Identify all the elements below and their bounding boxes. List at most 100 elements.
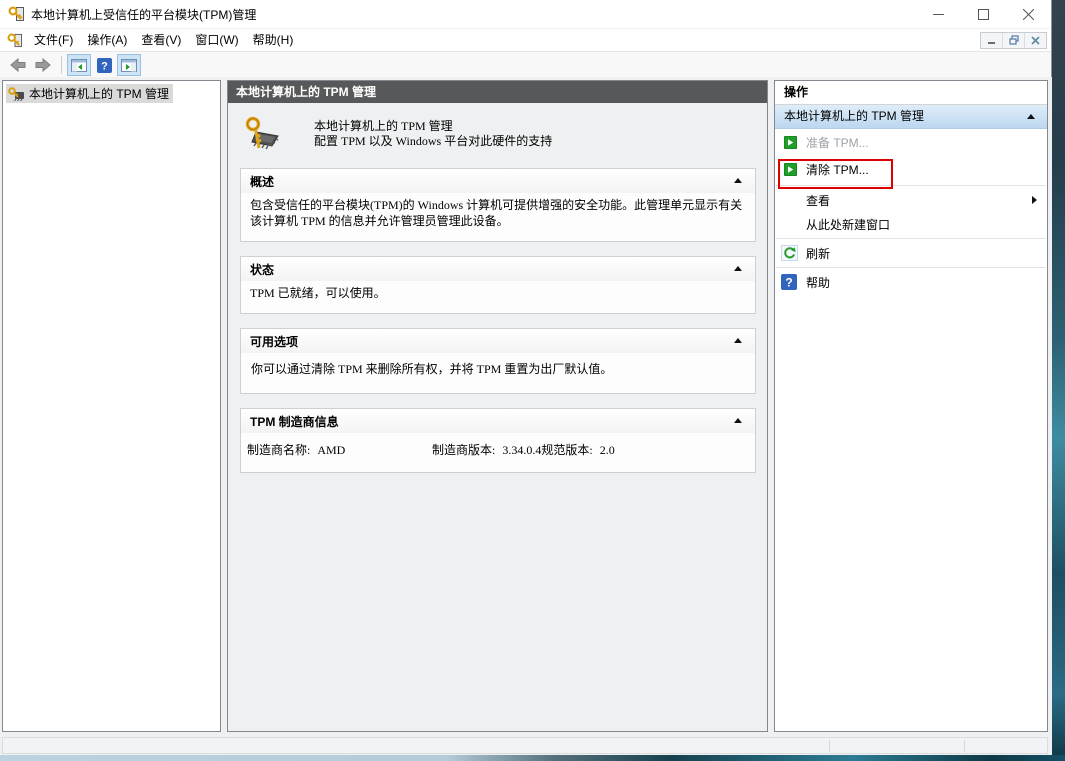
- action-refresh-label: 刷新: [806, 246, 831, 261]
- show-action-pane-button[interactable]: [117, 54, 141, 76]
- action-help[interactable]: ? 帮助: [775, 270, 1047, 294]
- collapse-icon: [734, 178, 742, 183]
- window-title: 本地计算机上受信任的平台模块(TPM)管理: [31, 7, 257, 22]
- forward-button[interactable]: [31, 54, 55, 76]
- tpm-sections: 概述 包含受信任的平台模块(TPM)的 Windows 计算机可提供增强的安全功…: [228, 158, 767, 473]
- section-overview-header[interactable]: 概述: [241, 169, 755, 193]
- results-header: 本地计算机上的 TPM 管理: [228, 81, 767, 103]
- tpm-chip-key-icon: [244, 116, 286, 156]
- submenu-arrow-icon: [1032, 196, 1037, 204]
- section-overview-body: 包含受信任的平台模块(TPM)的 Windows 计算机可提供增强的安全功能。此…: [250, 198, 743, 228]
- menu-item-window[interactable]: 窗口(W): [188, 29, 245, 51]
- tpm-console-window: 本地计算机上受信任的平台模块(TPM)管理 文件(F) 操作(A) 查看(V) …: [0, 0, 1052, 755]
- status-bar-divider: [829, 740, 830, 752]
- desktop-edge-right: [1052, 0, 1065, 755]
- tpm-intro-text: 本地计算机上的 TPM 管理 配置 TPM 以及 Windows 平台对此硬件的…: [314, 116, 552, 149]
- console-tree-panel: 本地计算机上的 TPM 管理: [2, 80, 221, 732]
- action-prepare-tpm-label: 准备 TPM...: [806, 136, 869, 150]
- spec-version-value: 2.0: [599, 443, 615, 457]
- collapse-icon: [734, 266, 742, 271]
- svg-text:?: ?: [101, 60, 108, 72]
- title-bar: 本地计算机上受信任的平台模块(TPM)管理: [0, 0, 1051, 28]
- help-toolbar-button[interactable]: ?: [92, 54, 116, 76]
- spec-version-field: 规范版本: 2.0: [541, 441, 755, 458]
- back-button[interactable]: [6, 54, 30, 76]
- actions-group-header[interactable]: 本地计算机上的 TPM 管理: [775, 105, 1047, 129]
- collapse-icon: [734, 338, 742, 343]
- action-refresh[interactable]: 刷新: [775, 241, 1047, 265]
- green-arrow-icon: [783, 162, 798, 177]
- actions-group-label: 本地计算机上的 TPM 管理: [784, 109, 924, 123]
- maximize-button[interactable]: [961, 0, 1006, 28]
- action-clear-tpm-label: 清除 TPM...: [806, 163, 869, 177]
- manufacturer-name-value: AMD: [317, 443, 346, 457]
- menu-item-action[interactable]: 操作(A): [80, 29, 134, 51]
- help-icon: ?: [781, 274, 798, 290]
- manufacturer-name-field: 制造商名称: AMD: [247, 441, 432, 458]
- refresh-icon: [781, 245, 798, 261]
- status-bar: [2, 737, 1048, 754]
- section-options-body: 你可以通过清除 TPM 来删除所有权，并将 TPM 重置为出厂默认值。: [251, 362, 613, 376]
- child-restore-button[interactable]: [1002, 32, 1024, 48]
- section-status-header[interactable]: 状态: [241, 257, 755, 281]
- section-manufacturer-header[interactable]: TPM 制造商信息: [241, 409, 755, 433]
- tpm-intro: 本地计算机上的 TPM 管理 配置 TPM 以及 Windows 平台对此硬件的…: [228, 103, 767, 158]
- section-manufacturer-title: TPM 制造商信息: [250, 415, 339, 429]
- actions-separator: [776, 185, 1046, 186]
- minimize-button[interactable]: [916, 0, 961, 28]
- child-window-controls: [980, 31, 1047, 49]
- section-options-title: 可用选项: [250, 335, 299, 349]
- section-overview-title: 概述: [250, 175, 275, 189]
- results-panel: 本地计算机上的 TPM 管理 本地计算机上的 TPM 管理 配置 TPM 以及 …: [227, 80, 768, 732]
- collapse-icon: [1027, 114, 1035, 119]
- actions-title: 操作: [775, 81, 1047, 105]
- status-bar-divider: [964, 740, 965, 752]
- child-close-button[interactable]: [1024, 32, 1046, 48]
- intro-title: 本地计算机上的 TPM 管理: [314, 119, 453, 133]
- menu-item-view[interactable]: 查看(V): [134, 29, 188, 51]
- section-status: 状态 TPM 已就绪，可以使用。: [240, 256, 756, 314]
- manufacturer-version-value: 3.34.0.4: [502, 443, 542, 457]
- manufacturer-fields: 制造商名称: AMD 制造商版本: 3.34.0.4 规范版本: 2.0: [241, 433, 755, 472]
- green-arrow-icon: [783, 135, 798, 150]
- action-new-window[interactable]: 从此处新建窗口: [775, 212, 1047, 236]
- section-manufacturer: TPM 制造商信息 制造商名称: AMD 制造商版本: 3.34.0.4 规范版…: [240, 408, 756, 473]
- menu-bar: 文件(F) 操作(A) 查看(V) 窗口(W) 帮助(H): [0, 28, 1051, 51]
- close-button[interactable]: [1006, 0, 1051, 28]
- intro-subtitle: 配置 TPM 以及 Windows 平台对此硬件的支持: [314, 134, 553, 148]
- action-help-label: 帮助: [806, 275, 831, 290]
- toolbar-separator: [61, 56, 62, 74]
- collapse-icon: [734, 418, 742, 423]
- console-workspace: 本地计算机上的 TPM 管理 本地计算机上的 TPM 管理 本地计算机上的 TP…: [0, 77, 1052, 755]
- manufacturer-version-label: 制造商版本:: [432, 443, 496, 457]
- show-console-tree-button[interactable]: [67, 54, 91, 76]
- section-options: 可用选项 你可以通过清除 TPM 来删除所有权，并将 TPM 重置为出厂默认值。: [240, 328, 756, 394]
- manufacturer-name-label: 制造商名称:: [247, 443, 311, 457]
- action-view[interactable]: 查看: [775, 188, 1047, 212]
- section-options-header[interactable]: 可用选项: [241, 329, 755, 353]
- svg-text:?: ?: [785, 275, 792, 289]
- section-overview: 概述 包含受信任的平台模块(TPM)的 Windows 计算机可提供增强的安全功…: [240, 168, 756, 242]
- menu-item-file[interactable]: 文件(F): [27, 29, 80, 51]
- tpm-key-icon: [8, 86, 25, 101]
- toolbar: ?: [0, 51, 1051, 79]
- menu-item-help[interactable]: 帮助(H): [246, 29, 301, 51]
- spec-version-label: 规范版本:: [541, 443, 593, 457]
- actions-separator: [776, 238, 1046, 239]
- tpm-key-icon: [8, 6, 25, 22]
- child-minimize-button[interactable]: [981, 33, 1002, 48]
- actions-separator: [776, 267, 1046, 268]
- action-clear-tpm[interactable]: 清除 TPM...: [775, 156, 1047, 183]
- action-new-window-label: 从此处新建窗口: [806, 217, 891, 232]
- action-prepare-tpm: 准备 TPM...: [775, 129, 1047, 156]
- child-window-icon: [7, 32, 23, 48]
- action-view-label: 查看: [806, 193, 831, 208]
- tree-node-tpm-management[interactable]: 本地计算机上的 TPM 管理: [6, 84, 173, 103]
- manufacturer-version-field: 制造商版本: 3.34.0.4: [432, 441, 541, 458]
- actions-panel: 操作 本地计算机上的 TPM 管理 准备 TPM... 清除 TPM... 查看…: [774, 80, 1048, 732]
- section-status-body: TPM 已就绪，可以使用。: [250, 286, 386, 300]
- desktop-edge-bottom: [0, 755, 1065, 761]
- tree-node-label: 本地计算机上的 TPM 管理: [29, 87, 169, 101]
- section-status-title: 状态: [250, 263, 275, 277]
- screen: 本地计算机上受信任的平台模块(TPM)管理 文件(F) 操作(A) 查看(V) …: [0, 0, 1065, 761]
